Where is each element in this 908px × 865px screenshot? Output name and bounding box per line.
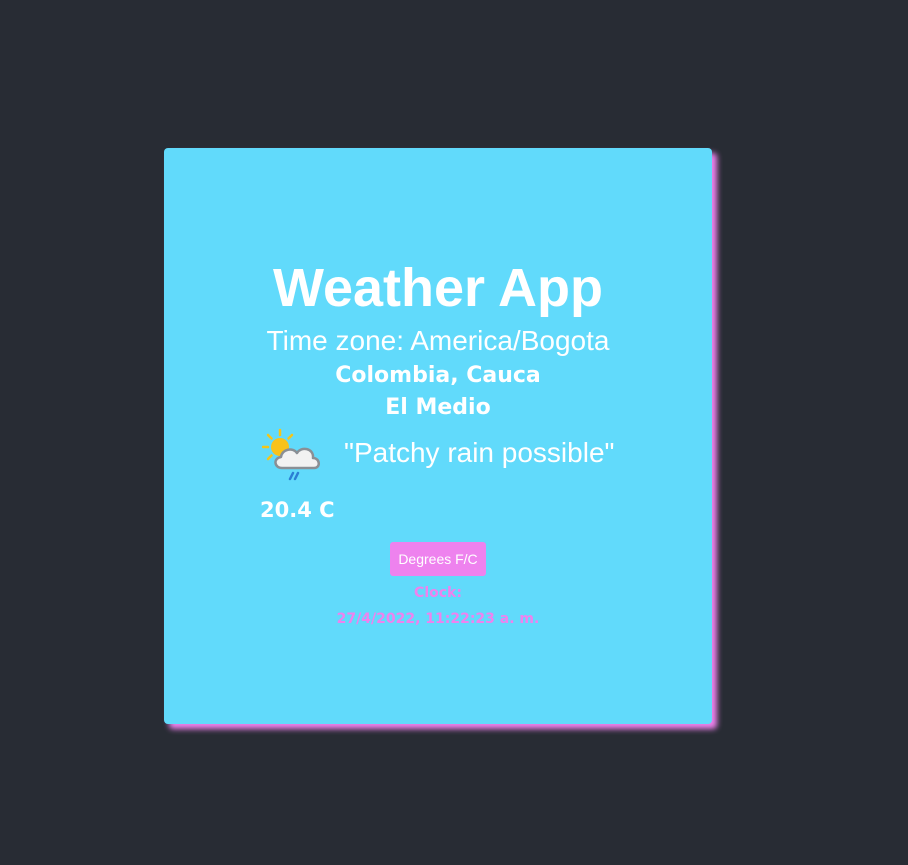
weather-card: Weather App Time zone: America/Bogota Co… [164,148,712,724]
clock-value: 27/4/2022, 11:22:23 a. m. [336,611,540,627]
region-text: Colombia, Cauca [335,363,541,388]
condition-text: "Patchy rain possible" [344,437,615,468]
clock-label: Clock: [414,585,462,601]
timezone-text: Time zone: America/Bogota [266,325,610,356]
town-text: El Medio [385,395,491,420]
temperature-value: 20.4 C [260,498,335,522]
patchy-rain-icon [262,428,320,481]
page-title: Weather App [272,258,604,318]
degrees-toggle-button[interactable]: Degrees F/C [390,542,486,576]
